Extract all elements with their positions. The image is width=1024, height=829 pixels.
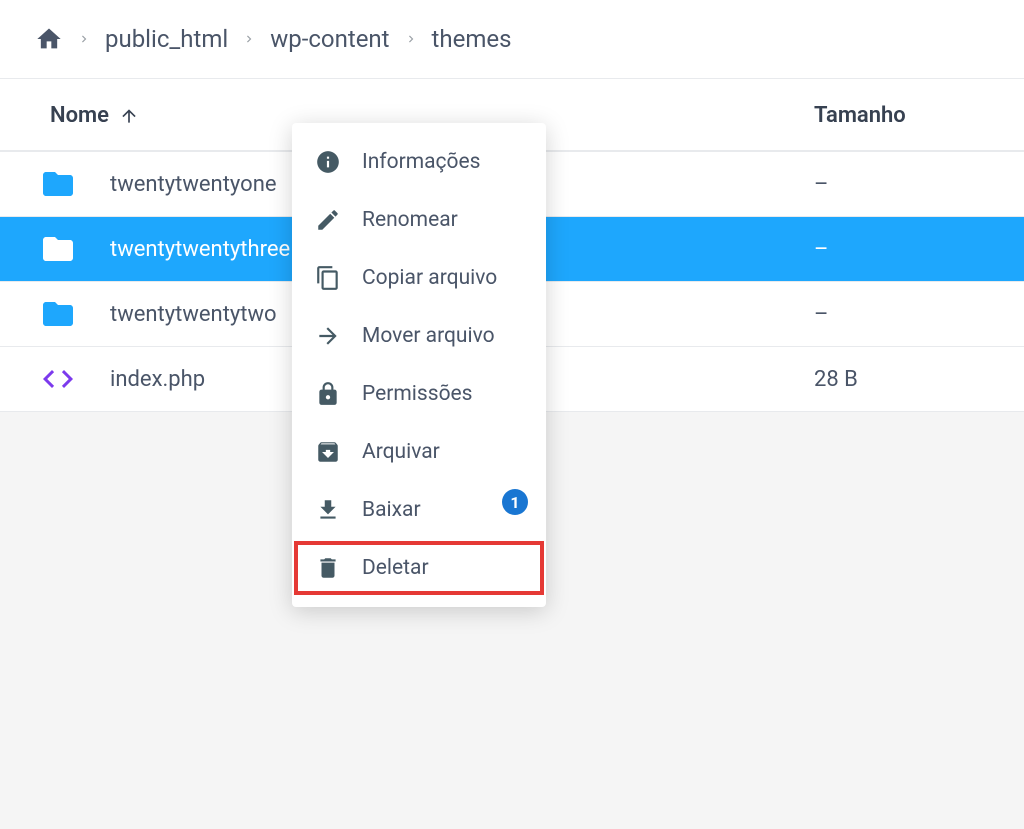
code-icon — [40, 361, 76, 397]
file-size: – — [814, 237, 974, 262]
chevron-right-icon — [77, 27, 91, 51]
file-size: – — [814, 172, 974, 197]
folder-icon — [40, 296, 76, 332]
file-size: – — [814, 302, 974, 327]
menu-item-rename[interactable]: Renomear — [292, 191, 546, 249]
menu-item-label: Baixar — [362, 498, 421, 522]
context-menu: Informações Renomear Copiar arquivo Move… — [292, 123, 546, 607]
breadcrumb-item-wp-content[interactable]: wp-content — [270, 25, 389, 53]
lock-icon — [314, 381, 342, 407]
breadcrumb-item-public-html[interactable]: public_html — [105, 25, 228, 53]
menu-item-permissions[interactable]: Permissões — [292, 365, 546, 423]
column-size-label: Tamanho — [814, 103, 906, 128]
file-size: 28 B — [814, 367, 974, 392]
annotation-badge: 1 — [502, 489, 528, 515]
menu-item-label: Informações — [362, 150, 480, 174]
chevron-right-icon — [242, 27, 256, 51]
menu-item-label: Permissões — [362, 382, 473, 406]
trash-icon — [314, 555, 342, 581]
menu-item-label: Renomear — [362, 208, 458, 232]
column-header-size[interactable]: Tamanho — [814, 103, 974, 128]
folder-icon — [40, 231, 76, 267]
menu-item-archive[interactable]: Arquivar — [292, 423, 546, 481]
column-name-label: Nome — [50, 103, 109, 128]
menu-item-label: Copiar arquivo — [362, 266, 497, 290]
info-icon — [314, 149, 342, 175]
menu-item-label: Mover arquivo — [362, 324, 495, 348]
home-icon[interactable] — [35, 25, 63, 53]
menu-item-label: Deletar — [362, 556, 429, 580]
menu-item-copy[interactable]: Copiar arquivo — [292, 249, 546, 307]
menu-item-label: Arquivar — [362, 440, 440, 464]
download-icon — [314, 497, 342, 523]
archive-icon — [314, 439, 342, 465]
folder-icon — [40, 166, 76, 202]
breadcrumb: public_html wp-content themes — [0, 0, 1024, 79]
pencil-icon — [314, 207, 342, 233]
copy-icon — [314, 265, 342, 291]
chevron-right-icon — [404, 27, 418, 51]
arrow-right-icon — [314, 323, 342, 349]
menu-item-info[interactable]: Informações — [292, 133, 546, 191]
menu-item-move[interactable]: Mover arquivo — [292, 307, 546, 365]
breadcrumb-item-themes[interactable]: themes — [432, 25, 512, 53]
sort-arrow-up-icon — [119, 106, 139, 126]
menu-item-delete[interactable]: Deletar — [292, 539, 546, 597]
